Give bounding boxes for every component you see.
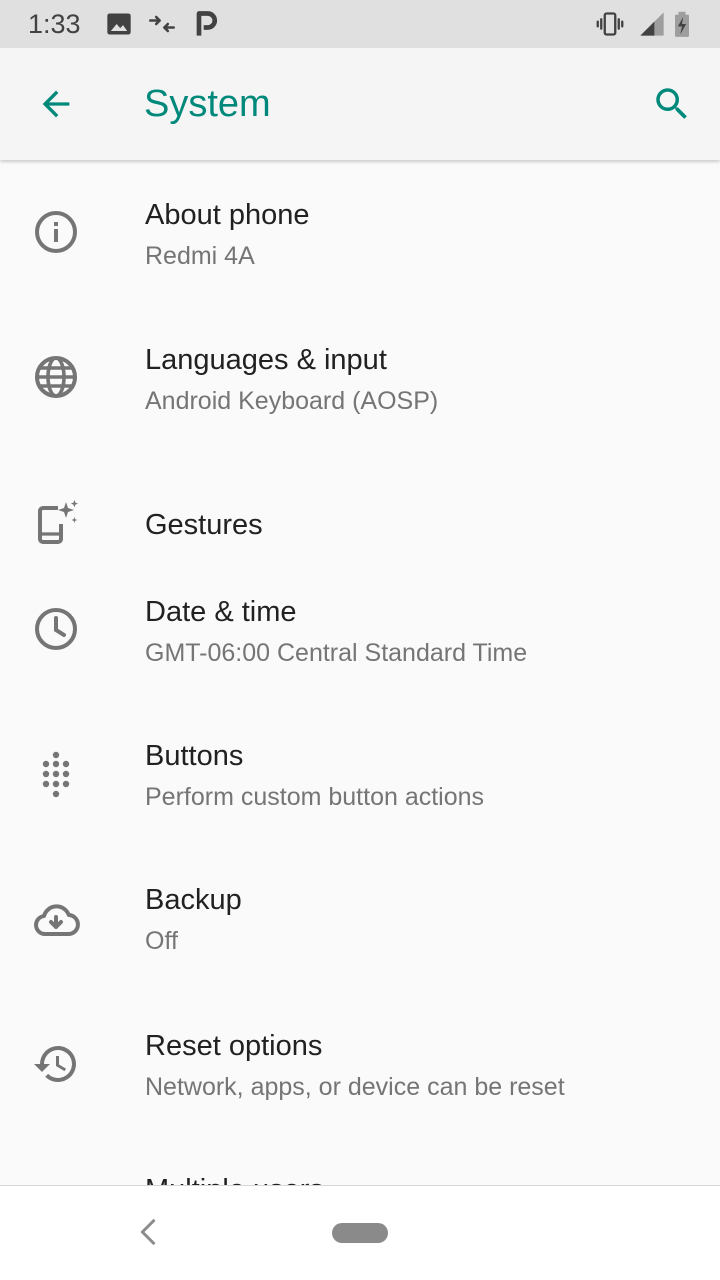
chevron-left-icon — [140, 1219, 156, 1245]
setting-date-time[interactable]: Date & time GMT-06:00 Central Standard T… — [0, 595, 720, 740]
setting-summary: GMT-06:00 Central Standard Time — [145, 639, 528, 667]
setting-summary: Perform custom button actions — [145, 783, 485, 811]
setting-backup[interactable]: Backup Off — [0, 884, 720, 1030]
page-title: System — [144, 83, 271, 125]
info-icon — [35, 211, 77, 253]
setting-title: Backup — [145, 884, 242, 916]
image-icon — [107, 13, 131, 35]
data-transfer-icon — [149, 15, 175, 33]
search-icon — [656, 88, 687, 119]
arrow-back-icon — [42, 90, 70, 118]
setting-title: Buttons — [145, 740, 244, 772]
gestures-icon — [38, 500, 78, 544]
setting-title: Multiple users — [145, 1172, 324, 1185]
dots-grid-icon — [42, 751, 70, 798]
vibrate-icon — [596, 12, 624, 36]
clock-icon — [35, 608, 77, 650]
signal-icon — [640, 12, 664, 36]
setting-title: Date & time — [145, 596, 297, 628]
settings-list: About phone Redmi 4A Languages & input A… — [0, 160, 720, 1185]
history-icon — [34, 1046, 76, 1082]
setting-summary: Network, apps, or device can be reset — [145, 1073, 565, 1101]
setting-summary: Off — [145, 927, 178, 955]
screen: 1:33 System About phone Redmi 4A Languag… — [0, 0, 720, 1280]
setting-multiple-users[interactable]: Multiple users — [0, 1172, 720, 1185]
p-app-icon — [196, 11, 218, 36]
status-time: 1:33 — [28, 9, 81, 39]
app-bar: System — [0, 48, 720, 160]
setting-languages-input[interactable]: Languages & input Android Keyboard (AOSP… — [0, 305, 720, 450]
setting-gestures[interactable]: Gestures — [0, 450, 720, 595]
setting-buttons[interactable]: Buttons Perform custom button actions — [0, 740, 720, 885]
globe-icon — [35, 356, 77, 398]
setting-reset-options[interactable]: Reset options Network, apps, or device c… — [0, 1030, 720, 1175]
setting-summary: Android Keyboard (AOSP) — [145, 387, 439, 415]
setting-about-phone[interactable]: About phone Redmi 4A — [0, 160, 720, 305]
navigation-bar — [0, 1185, 720, 1280]
back-button[interactable] — [24, 72, 88, 136]
search-button[interactable] — [640, 72, 704, 136]
status-bar: 1:33 — [0, 0, 720, 48]
setting-title: Languages & input — [145, 344, 387, 376]
battery-charging-icon — [675, 11, 689, 37]
setting-title: Gestures — [145, 509, 263, 541]
nav-home-pill[interactable] — [332, 1223, 388, 1243]
nav-back-button[interactable] — [128, 1212, 168, 1252]
setting-title: About phone — [145, 199, 310, 231]
setting-summary: Redmi 4A — [145, 242, 255, 270]
cloud-upload-icon — [34, 904, 80, 936]
setting-title: Reset options — [145, 1030, 323, 1062]
